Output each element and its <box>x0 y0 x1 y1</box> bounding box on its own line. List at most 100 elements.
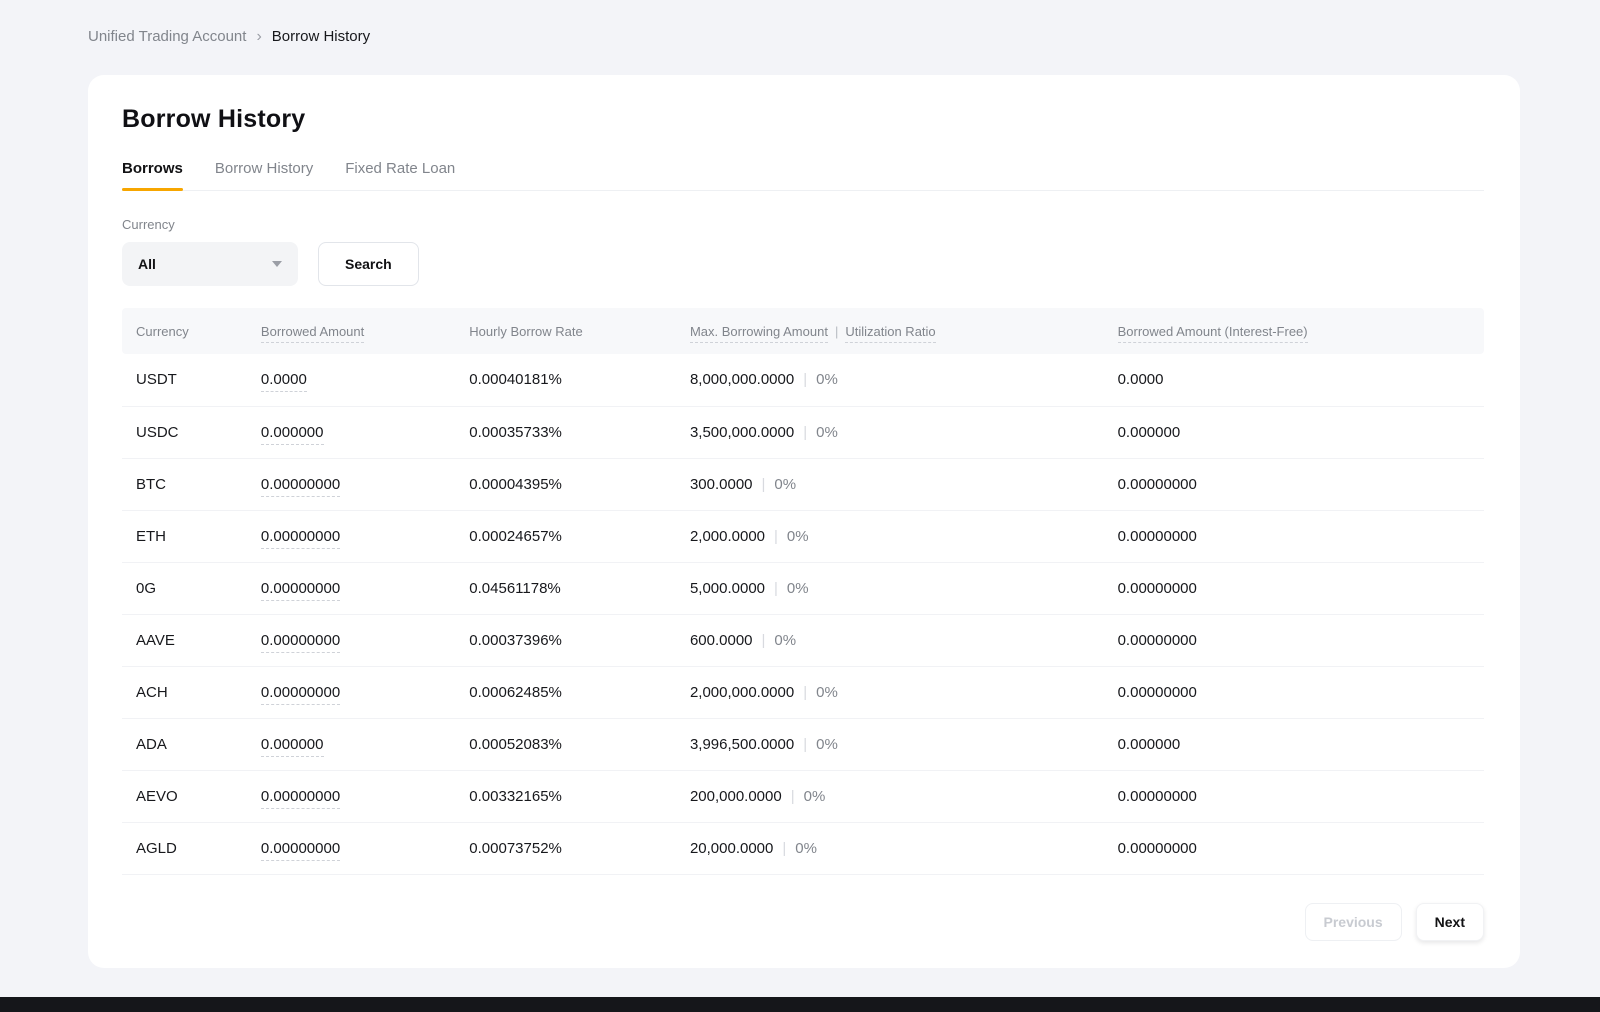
cell-max-borrowing-utilization: 200,000.0000 | 0% <box>690 770 1118 822</box>
cell-max-borrowing-utilization: 20,000.0000|0% <box>690 822 1118 874</box>
utilization-ratio: 0% <box>774 476 796 493</box>
table-row: ACH0.000000000.00062485%2,000,000.0000|0… <box>122 666 1484 718</box>
cell-hourly-borrow-rate: 0.00024657% <box>469 510 690 562</box>
cell-interest-free: 0.00000000 <box>1118 510 1484 562</box>
value-separator: | <box>803 371 807 388</box>
cell-currency: USDT <box>122 354 261 406</box>
cell-interest-free: 0.000000 <box>1118 406 1484 458</box>
cell-borrowed-amount[interactable]: 0.000000 <box>261 406 469 458</box>
search-button[interactable]: Search <box>318 242 419 286</box>
utilization-ratio: 0% <box>816 371 838 388</box>
max-borrowing-amount: 600.0000 <box>690 632 753 649</box>
cell-interest-free: 0.00000000 <box>1118 458 1484 510</box>
cell-currency: USDC <box>122 406 261 458</box>
tab-borrow-history[interactable]: Borrow History <box>215 160 313 190</box>
cell-interest-free: 0.00000000 <box>1118 822 1484 874</box>
cell-max-borrowing-utilization: 5,000.0000|0% <box>690 562 1118 614</box>
cell-interest-free: 0.00000000 <box>1118 666 1484 718</box>
breadcrumb-current: Borrow History <box>272 28 370 45</box>
cell-currency: ADA <box>122 718 261 770</box>
column-header-interest-free[interactable]: Borrowed Amount (Interest-Free) <box>1118 308 1484 354</box>
cell-borrowed-amount[interactable]: 0.00000000 <box>261 666 469 718</box>
cell-hourly-borrow-rate: 0.00004395% <box>469 458 690 510</box>
cell-borrowed-amount[interactable]: 0.0000 <box>261 354 469 406</box>
breadcrumb-parent-link[interactable]: Unified Trading Account <box>88 28 246 45</box>
cell-borrowed-amount[interactable]: 0.00000000 <box>261 770 469 822</box>
cell-hourly-borrow-rate: 0.00062485% <box>469 666 690 718</box>
cell-hourly-borrow-rate: 0.04561178% <box>469 562 690 614</box>
borrow-table: Currency Borrowed Amount Hourly Borrow R… <box>122 308 1484 875</box>
cell-borrowed-amount[interactable]: 0.00000000 <box>261 614 469 666</box>
utilization-ratio: 0% <box>816 684 838 701</box>
cell-hourly-borrow-rate: 0.00073752% <box>469 822 690 874</box>
table-row: USDC0.0000000.00035733%3,500,000.0000|0%… <box>122 406 1484 458</box>
table-row: BTC0.000000000.00004395%300.0000|0%0.000… <box>122 458 1484 510</box>
utilization-ratio: 0% <box>816 424 838 441</box>
tab-fixed-rate-loan[interactable]: Fixed Rate Loan <box>345 160 455 190</box>
bottom-bar <box>0 997 1600 1012</box>
pagination: Previous Next <box>122 903 1484 941</box>
currency-filter-label: Currency <box>122 217 1484 232</box>
utilization-ratio: 0% <box>774 632 796 649</box>
cell-interest-free: 0.00000000 <box>1118 614 1484 666</box>
cell-interest-free: 0.0000 <box>1118 354 1484 406</box>
cell-max-borrowing-utilization: 8,000,000.0000 | 0% <box>690 354 1118 406</box>
currency-select-value: All <box>138 256 156 272</box>
value-separator: | <box>803 736 807 753</box>
cell-borrowed-amount[interactable]: 0.00000000 <box>261 458 469 510</box>
cell-borrowed-amount[interactable]: 0.00000000 <box>261 822 469 874</box>
cell-currency: ETH <box>122 510 261 562</box>
column-header-hourly-borrow-rate: Hourly Borrow Rate <box>469 308 690 354</box>
cell-borrowed-amount[interactable]: 0.000000 <box>261 718 469 770</box>
cell-max-borrowing-utilization: 3,500,000.0000 | 0% <box>690 406 1118 458</box>
cell-currency: AEVO <box>122 770 261 822</box>
utilization-ratio: 0% <box>787 580 809 597</box>
cell-currency: AGLD <box>122 822 261 874</box>
cell-hourly-borrow-rate: 0.00037396% <box>469 614 690 666</box>
cell-currency: AAVE <box>122 614 261 666</box>
previous-page-button[interactable]: Previous <box>1305 903 1402 941</box>
cell-borrowed-amount[interactable]: 0.00000000 <box>261 562 469 614</box>
max-borrowing-amount: 8,000,000.0000 <box>690 371 794 388</box>
cell-interest-free: 0.00000000 <box>1118 562 1484 614</box>
chevron-down-icon <box>272 261 282 267</box>
cell-hourly-borrow-rate: 0.00035733% <box>469 406 690 458</box>
value-separator: | <box>762 476 766 493</box>
value-separator: | <box>774 528 778 545</box>
borrow-history-card: Borrow History Borrows Borrow History Fi… <box>88 75 1520 968</box>
max-borrowing-amount: 20,000.0000 <box>690 840 773 857</box>
max-borrowing-amount: 2,000,000.0000 <box>690 684 794 701</box>
max-borrowing-amount: 300.0000 <box>690 476 753 493</box>
table-row: AEVO0.000000000.00332165%200,000.0000|0%… <box>122 770 1484 822</box>
tab-borrows[interactable]: Borrows <box>122 160 183 190</box>
value-separator: | <box>782 840 786 857</box>
cell-borrowed-amount[interactable]: 0.00000000 <box>261 510 469 562</box>
filter-section: Currency All Search <box>122 217 1484 286</box>
table-row: ETH0.000000000.00024657%2,000.0000|0%0.0… <box>122 510 1484 562</box>
tab-bar: Borrows Borrow History Fixed Rate Loan <box>122 160 1484 191</box>
next-page-button[interactable]: Next <box>1416 903 1484 941</box>
utilization-ratio: 0% <box>804 788 826 805</box>
utilization-ratio: 0% <box>816 736 838 753</box>
table-row: AAVE0.000000000.00037396%600.0000|0%0.00… <box>122 614 1484 666</box>
cell-interest-free: 0.00000000 <box>1118 770 1484 822</box>
max-borrowing-amount: 200,000.0000 <box>690 788 782 805</box>
cell-hourly-borrow-rate: 0.00052083% <box>469 718 690 770</box>
value-separator: | <box>803 424 807 441</box>
page-title: Borrow History <box>122 105 1484 134</box>
value-separator: | <box>791 788 795 805</box>
cell-max-borrowing-utilization: 2,000,000.0000|0% <box>690 666 1118 718</box>
cell-currency: ACH <box>122 666 261 718</box>
cell-hourly-borrow-rate: 0.00040181% <box>469 354 690 406</box>
table-row: AGLD0.000000000.00073752%20,000.0000|0%0… <box>122 822 1484 874</box>
table-row: 0G0.000000000.04561178%5,000.0000|0%0.00… <box>122 562 1484 614</box>
cell-max-borrowing-utilization: 3,996,500.0000 | 0% <box>690 718 1118 770</box>
cell-currency: BTC <box>122 458 261 510</box>
value-separator: | <box>774 580 778 597</box>
max-borrowing-amount: 3,996,500.0000 <box>690 736 794 753</box>
column-header-borrowed-amount[interactable]: Borrowed Amount <box>261 308 469 354</box>
column-header-max-borrowing-utilization[interactable]: Max. Borrowing Amount|Utilization Ratio <box>690 308 1118 354</box>
max-borrowing-amount: 3,500,000.0000 <box>690 424 794 441</box>
currency-select[interactable]: All <box>122 242 298 286</box>
value-separator: | <box>762 632 766 649</box>
